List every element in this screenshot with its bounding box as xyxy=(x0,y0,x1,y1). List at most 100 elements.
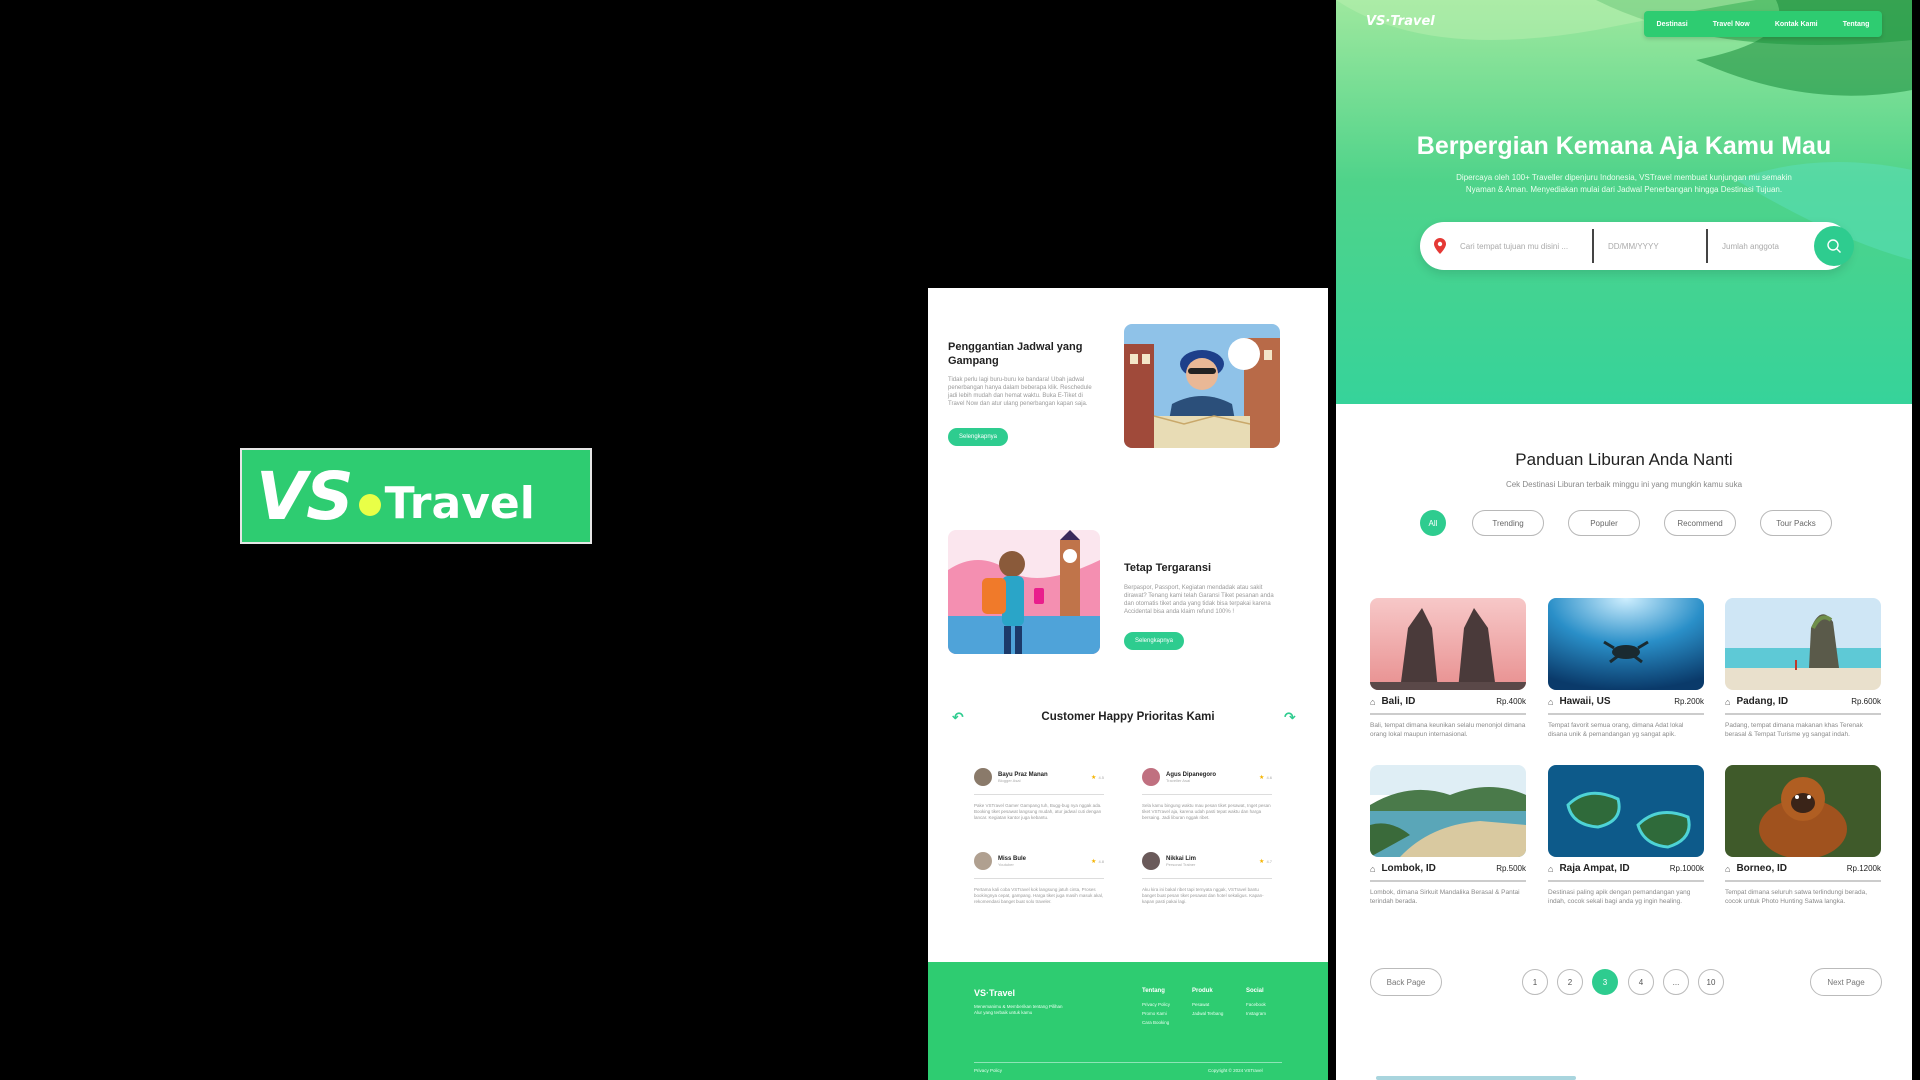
nav-bar: Destinasi Travel Now Kontak Kami Tentang xyxy=(1644,11,1882,37)
filter-populer[interactable]: Populer xyxy=(1568,510,1640,536)
next-section-peek xyxy=(1376,1076,1576,1080)
lombok-photo xyxy=(1370,765,1526,857)
card-title: Lombok, ID xyxy=(1381,863,1436,874)
destination-card[interactable]: ⌂ Lombok, ID Rp.500k Lombok, dimana Sirk… xyxy=(1370,765,1526,906)
nav-destinasi[interactable]: Destinasi xyxy=(1657,21,1688,28)
footer-link[interactable]: Pesawat xyxy=(1192,1002,1223,1007)
borneo-photo xyxy=(1725,765,1881,857)
review-rating: 4.8 xyxy=(1098,858,1104,864)
card-price: Rp.1200k xyxy=(1846,864,1881,873)
back-page-button[interactable]: Back Page xyxy=(1370,968,1442,996)
logo-travel-text: Travel xyxy=(384,477,535,529)
feature2-more-button[interactable]: Selengkapnya xyxy=(1124,632,1184,650)
destination-card[interactable]: ⌂ Bali, ID Rp.400k Bali, tempat dimana k… xyxy=(1370,598,1526,739)
nav-travel-now[interactable]: Travel Now xyxy=(1713,21,1750,28)
members-input[interactable]: Jumlah anggota xyxy=(1722,242,1812,251)
footer-link[interactable]: Jadwal Terbang xyxy=(1192,1011,1223,1016)
review-text: Sela kamu bingung waktu mau pesan tiket … xyxy=(1142,803,1271,820)
hero-subtitle: Dipercaya oleh 100+ Traveller dipenjuru … xyxy=(1424,172,1824,196)
nav-brand-logo[interactable]: VS·Travel xyxy=(1366,14,1435,29)
hero-subtitle-line: Dipercaya oleh 100+ Traveller dipenjuru … xyxy=(1456,173,1792,182)
date-input[interactable]: DD/MM/YYYY xyxy=(1608,242,1698,251)
page-3-active[interactable]: 3 xyxy=(1592,969,1618,995)
hawaii-photo xyxy=(1548,598,1704,690)
filter-recommend[interactable]: Recommend xyxy=(1664,510,1736,536)
footer-col-tentang: Tentang Privacy Policy Promo Kami Cara B… xyxy=(1142,988,1170,1025)
feature2-desc: Berpaspor, Passport, Kegiatan mendadak a… xyxy=(1124,585,1274,615)
card-title: Raja Ampat, ID xyxy=(1559,863,1630,874)
footer-link[interactable]: Cara Booking xyxy=(1142,1020,1170,1025)
card-header: ⌂ Hawaii, US Rp.200k xyxy=(1548,696,1704,715)
next-page-button[interactable]: Next Page xyxy=(1810,968,1882,996)
destination-card[interactable]: ⌂ Borneo, ID Rp.1200k Tempat dimana selu… xyxy=(1725,765,1881,906)
card-title: Borneo, ID xyxy=(1736,863,1787,874)
footer-link[interactable]: Promo Kami xyxy=(1142,1011,1170,1016)
card-header: ⌂ Borneo, ID Rp.1200k xyxy=(1725,863,1881,882)
review-card: Agus Dipanegoro Traveller Asal ★ 4.6 Sel… xyxy=(1142,768,1272,821)
reviews-title: Customer Happy Prioritas Kami xyxy=(1041,711,1215,723)
review-rating: 4.5 xyxy=(1098,774,1104,780)
section-title: Panduan Liburan Anda Nanti xyxy=(1515,450,1733,469)
traveler-bigben-illustration xyxy=(948,530,1100,654)
section-subtitle: Cek Destinasi Liburan terbaik minggu ini… xyxy=(1505,480,1743,489)
location-pin-icon xyxy=(1434,238,1448,254)
review-role: Traveller Asal xyxy=(1166,777,1191,783)
card-title: Hawaii, US xyxy=(1559,696,1611,707)
reviews-prev-arrow-icon[interactable]: ↶ xyxy=(952,711,970,725)
home-icon: ⌂ xyxy=(1370,696,1376,707)
star-icon: ★ xyxy=(1091,773,1097,781)
card-header: ⌂ Padang, ID Rp.600k xyxy=(1725,696,1881,715)
avatar xyxy=(974,768,992,786)
footer-col-social: Social Facebook Instagram xyxy=(1246,988,1266,1016)
card-price: Rp.1000k xyxy=(1669,864,1704,873)
review-role: Blogger Asal xyxy=(998,777,1021,783)
footer-privacy-link[interactable]: Privacy Policy xyxy=(974,1068,1002,1073)
footer-link[interactable]: Instagram xyxy=(1246,1011,1266,1016)
footer-col-head: Tentang xyxy=(1142,988,1165,994)
hero-subtitle-line: Nyaman & Aman. Menyediakan mulai dari Ja… xyxy=(1465,185,1783,194)
destination-input[interactable]: Cari tempat tujuan mu disini ... xyxy=(1460,242,1588,251)
footer-brand: VS·Travel xyxy=(974,988,1016,998)
landing-page-preview: VS·Travel Destinasi Travel Now Kontak Ka… xyxy=(1336,0,1912,1080)
feature1-more-button[interactable]: Selengkapnya xyxy=(948,428,1008,446)
avatar xyxy=(1142,852,1160,870)
card-title: Padang, ID xyxy=(1736,696,1789,707)
footer-link[interactable]: Facebook xyxy=(1246,1002,1266,1007)
nav-kontak-kami[interactable]: Kontak Kami xyxy=(1775,21,1818,28)
home-icon: ⌂ xyxy=(1548,696,1554,707)
footer-col-produk: Produk Pesawat Jadwal Terbang xyxy=(1192,988,1223,1016)
destination-card[interactable]: ⌂ Padang, ID Rp.600k Padang, tempat dima… xyxy=(1725,598,1881,739)
reviews-next-arrow-icon[interactable]: ↷ xyxy=(1284,711,1302,725)
footer-link[interactable]: Privacy Policy xyxy=(1142,1002,1170,1007)
destination-card[interactable]: ⌂ Hawaii, US Rp.200k Tempat favorit semu… xyxy=(1548,598,1704,739)
review-text: Pertama kali coba VSTravel kok langsung … xyxy=(974,887,1104,904)
star-icon: ★ xyxy=(1091,857,1097,865)
filter-all[interactable]: All xyxy=(1420,510,1446,536)
filter-tour-packs[interactable]: Tour Packs xyxy=(1760,510,1832,536)
search-button[interactable] xyxy=(1814,226,1854,266)
review-name: Agus Dipanegoro xyxy=(1166,771,1217,778)
page-1[interactable]: 1 xyxy=(1522,969,1548,995)
footer-col-head: Social xyxy=(1246,988,1264,994)
nav-tentang[interactable]: Tentang xyxy=(1843,21,1870,28)
filter-trending[interactable]: Trending xyxy=(1472,510,1544,536)
card-description: Tempat dimana seluruh satwa terlindungi … xyxy=(1725,889,1868,905)
destination-card[interactable]: ⌂ Raja Ampat, ID Rp.1000k Destinasi pali… xyxy=(1548,765,1704,906)
traveler-map-illustration xyxy=(1124,324,1280,448)
feature2-title: Tetap Tergaransi xyxy=(1124,562,1212,574)
page-10[interactable]: 10 xyxy=(1698,969,1724,995)
star-icon: ★ xyxy=(1259,773,1265,781)
review-rating: 4.6 xyxy=(1266,774,1272,780)
review-text: Aku kira ini bakal ribet tapi ternyata n… xyxy=(1142,887,1264,904)
review-card: Miss Bule Youtuber ★ 4.8 Pertama kali co… xyxy=(974,852,1104,905)
page-4[interactable]: 4 xyxy=(1628,969,1654,995)
card-price: Rp.500k xyxy=(1496,864,1526,873)
review-name: Bayu Praz Manan xyxy=(998,771,1048,778)
review-text: Pake VSTravel Gamer Gampang tuh, Bugg-bu… xyxy=(974,803,1102,820)
hero-section: VS·Travel Destinasi Travel Now Kontak Ka… xyxy=(1336,0,1912,404)
review-card: Bayu Praz Manan Blogger Asal ★ 4.5 Pake … xyxy=(974,768,1104,821)
home-icon: ⌂ xyxy=(1725,863,1731,874)
page-2[interactable]: 2 xyxy=(1557,969,1583,995)
bali-photo xyxy=(1370,598,1526,690)
review-name: Nikkai Lim xyxy=(1166,855,1197,862)
